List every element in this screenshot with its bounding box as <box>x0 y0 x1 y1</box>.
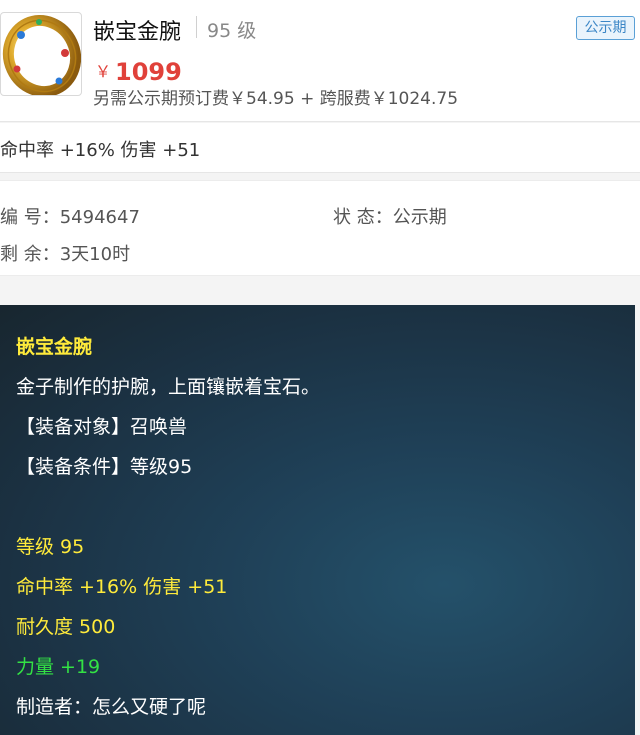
item-meta-card: 编 号：5494647 状 态：公示期 剩 余：3天10时 <box>0 180 640 276</box>
tooltip-requirement: 【装备条件】等级95 <box>16 456 193 478</box>
tooltip-title: 嵌宝金腕 <box>16 336 93 358</box>
item-status-value: 公示期 <box>392 207 447 228</box>
currency-symbol: ￥ <box>95 62 112 81</box>
tooltip-maker: 制造者：怎么又硬了呢 <box>16 696 207 718</box>
tooltip-target: 【装备对象】召唤兽 <box>16 416 188 438</box>
item-id-label: 编 号： <box>0 207 60 228</box>
tooltip-durability: 耐久度 500 <box>16 616 116 638</box>
item-status-label: 状 态： <box>333 207 393 228</box>
item-header-card: 嵌宝金腕 95 级 公示期 ￥ 1099 另需公示期预订费￥54.95 + 跨服费… <box>0 0 640 122</box>
tooltip-level: 等级 95 <box>16 536 85 558</box>
price: ￥ 1099 <box>95 58 182 86</box>
item-level: 95 级 <box>207 20 257 42</box>
additional-fees: 另需公示期预订费￥54.95 + 跨服费￥1024.75 <box>93 89 459 109</box>
status-badge: 公示期 <box>576 16 635 40</box>
item-status: 状 态：公示期 <box>333 203 447 229</box>
price-value: 1099 <box>115 58 182 86</box>
tooltip-description: 金子制作的护腕，上面镶嵌着宝石。 <box>16 376 321 398</box>
attributes-summary-row: 命中率 +16% 伤害 +51 <box>0 123 640 173</box>
item-remaining-value: 3天10时 <box>59 244 131 265</box>
item-name: 嵌宝金腕 <box>93 20 182 45</box>
item-remaining: 剩 余：3天10时 <box>0 240 130 266</box>
tooltip-strength: 力量 +19 <box>16 656 101 678</box>
tooltip-hit-damage: 命中率 +16% 伤害 +51 <box>16 576 228 598</box>
bracelet-icon <box>2 15 81 95</box>
item-remaining-label: 剩 余： <box>0 244 60 265</box>
item-id: 编 号：5494647 <box>0 203 140 229</box>
item-tooltip: 嵌宝金腕 金子制作的护腕，上面镶嵌着宝石。 【装备对象】召唤兽 【装备条件】等级… <box>0 305 635 735</box>
title-divider <box>196 16 197 38</box>
item-thumbnail[interactable] <box>0 12 82 96</box>
item-id-value: 5494647 <box>59 207 140 228</box>
attributes-summary: 命中率 +16% 伤害 +51 <box>0 140 201 161</box>
